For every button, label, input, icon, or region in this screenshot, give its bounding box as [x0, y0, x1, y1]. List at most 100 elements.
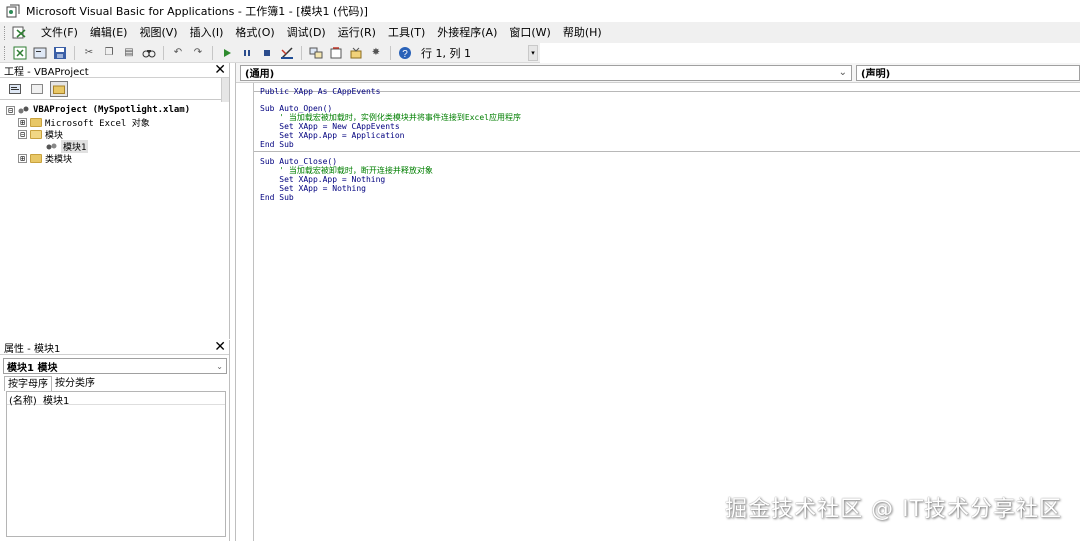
menu-view[interactable]: 视图(V) — [133, 22, 183, 43]
properties-window-icon[interactable] — [328, 45, 344, 61]
toolbar-separator — [390, 45, 391, 60]
project-explorer-icon[interactable] — [308, 45, 324, 61]
code-line[interactable]: End Sub — [260, 193, 521, 202]
code-line[interactable]: Set XApp = Nothing — [260, 184, 521, 193]
property-grid: (名称) 模块1 — [6, 391, 226, 537]
property-row[interactable]: (名称) 模块1 — [7, 392, 225, 407]
code-line[interactable]: Set XApp = New CAppEvents — [260, 122, 521, 131]
project-explorer-pane: 工程 - VBAProject ✕ ⊟ VBAProject (MySpotli… — [0, 63, 230, 339]
menu-window[interactable]: 窗口(W) — [503, 22, 556, 43]
find-icon[interactable] — [141, 45, 157, 61]
close-icon[interactable]: ✕ — [214, 63, 226, 77]
tree-node-vbaproject[interactable]: ⊟ VBAProject (MySpotlight.xlam) — [6, 104, 229, 116]
chevron-down-icon[interactable]: ⌄ — [839, 67, 847, 78]
procedure-combo-value: (声明) — [861, 69, 891, 80]
properties-pane-title: 属性 - 模块1 — [4, 343, 61, 355]
menu-format[interactable]: 格式(O) — [229, 22, 280, 43]
procedure-combo[interactable]: (声明) — [856, 64, 1080, 81]
object-combo-value: (通用) — [245, 69, 275, 80]
view-excel-icon[interactable] — [12, 45, 28, 61]
object-browser-icon[interactable] — [348, 45, 364, 61]
project-pane-title: 工程 - VBAProject — [4, 66, 89, 78]
collapse-icon[interactable]: ⊟ — [6, 105, 15, 115]
menubar-grip[interactable] — [4, 25, 7, 40]
menu-debug[interactable]: 调试(D) — [281, 22, 332, 43]
undo-icon[interactable]: ↶ — [170, 45, 186, 61]
expand-icon[interactable]: ⊞ — [18, 117, 27, 127]
project-pane-header: 工程 - VBAProject ✕ — [0, 63, 229, 78]
menu-run[interactable]: 运行(R) — [332, 22, 382, 43]
title-bar: Microsoft Visual Basic for Applications … — [0, 0, 1080, 21]
toolbar-options-button[interactable]: ▾ — [528, 45, 538, 61]
tree-label: 类模块 — [45, 154, 73, 165]
code-line[interactable]: Sub Auto_Open() — [260, 104, 521, 113]
design-mode-icon[interactable] — [279, 45, 295, 61]
menu-file[interactable]: 文件(F) — [35, 22, 84, 43]
module-icon — [46, 143, 57, 149]
view-object-icon[interactable] — [28, 81, 46, 97]
tree-node-module1[interactable]: 模块1 — [6, 139, 229, 153]
menu-edit[interactable]: 编辑(E) — [84, 22, 134, 43]
code-line[interactable]: Sub Auto_Close() — [260, 157, 521, 166]
copy-icon[interactable]: ❐ — [101, 45, 117, 61]
code-line-blank[interactable] — [260, 149, 521, 157]
redo-icon[interactable]: ↷ — [190, 45, 206, 61]
save-icon[interactable] — [52, 45, 68, 61]
toolbar-grip[interactable] — [4, 45, 7, 60]
property-name: (名称) — [9, 396, 37, 407]
menu-bar: 文件(F) 编辑(E) 视图(V) 插入(I) 格式(O) 调试(D) 运行(R… — [0, 22, 1080, 43]
properties-tabs: 按字母序 按分类序 — [4, 376, 229, 391]
excel-view-icon[interactable] — [11, 25, 29, 41]
tab-alphabetic[interactable]: 按字母序 — [4, 376, 52, 391]
code-line-blank[interactable] — [260, 96, 521, 104]
code-window-combos: (通用) ⌄ (声明) — [236, 63, 1080, 83]
code-line[interactable]: Public XApp As CAppEvents — [260, 87, 521, 96]
chevron-down-icon[interactable]: ⌄ — [216, 362, 223, 371]
close-icon[interactable]: ✕ — [214, 340, 226, 354]
folder-icon — [30, 153, 42, 163]
toggle-folders-icon[interactable] — [50, 80, 68, 97]
tree-node-excel-objects[interactable]: ⊞ Microsoft Excel 对象 — [6, 116, 229, 129]
code-editor[interactable]: Public XApp As CAppEvents Sub Auto_Open(… — [260, 87, 521, 202]
pause-icon[interactable] — [239, 45, 255, 61]
paste-icon[interactable]: ▤ — [121, 45, 137, 61]
folder-icon — [30, 117, 42, 127]
tab-categorized[interactable]: 按分类序 — [52, 376, 98, 391]
expand-icon[interactable]: ⊞ — [18, 153, 27, 163]
margin-indicator-bar[interactable] — [236, 83, 254, 541]
cursor-position: 行 1, 列 1 — [421, 46, 471, 60]
property-value[interactable]: 模块1 — [41, 392, 69, 407]
window-title: Microsoft Visual Basic for Applications … — [26, 4, 368, 18]
code-line[interactable]: Set XApp.App = Nothing — [260, 175, 521, 184]
view-code-icon[interactable] — [6, 81, 24, 97]
code-line[interactable]: Set XApp.App = Application — [260, 131, 521, 140]
tree-node-modules[interactable]: ⊟ 模块 — [6, 128, 229, 141]
toolbar-separator — [301, 45, 302, 60]
collapse-icon[interactable]: ⊟ — [18, 129, 27, 139]
vba-project-icon — [18, 106, 29, 114]
properties-pane: 属性 - 模块1 ✕ 模块1 模块 ⌄ 按字母序 按分类序 (名称) 模块1 — [0, 340, 230, 541]
menu-tools[interactable]: 工具(T) — [382, 22, 431, 43]
insert-module-icon[interactable] — [32, 45, 48, 61]
menu-addins[interactable]: 外接程序(A) — [431, 22, 503, 43]
watermark: 掘金技术社区 @ IT技术分享社区 — [725, 497, 1062, 522]
reset-icon[interactable] — [259, 45, 275, 61]
help-icon[interactable]: ? — [397, 45, 413, 61]
tree-node-class-modules[interactable]: ⊞ 类模块 — [6, 152, 229, 165]
run-icon[interactable] — [219, 45, 235, 61]
object-select[interactable]: 模块1 模块 ⌄ — [3, 358, 227, 374]
project-pane-scrollbar[interactable] — [221, 78, 229, 102]
object-combo[interactable]: (通用) ⌄ — [240, 64, 852, 81]
toolbox-icon[interactable]: ✸ — [368, 45, 384, 61]
code-line-comment[interactable]: ' 当加载宏被卸载时，断开连接并释放对象 — [260, 166, 521, 175]
project-pane-toolbar — [0, 78, 229, 100]
cut-icon[interactable]: ✂ — [81, 45, 97, 61]
menu-insert[interactable]: 插入(I) — [184, 22, 230, 43]
svg-text:?: ? — [402, 49, 408, 60]
code-line[interactable]: End Sub — [260, 140, 521, 149]
code-line-comment[interactable]: ' 当加载宏被加载时，实例化类模块并将事件连接到Excel应用程序 — [260, 113, 521, 122]
toolbar-separator — [74, 45, 75, 60]
toolbar-separator — [163, 45, 164, 60]
menu-help[interactable]: 帮助(H) — [557, 22, 608, 43]
toolbar-separator — [212, 45, 213, 60]
